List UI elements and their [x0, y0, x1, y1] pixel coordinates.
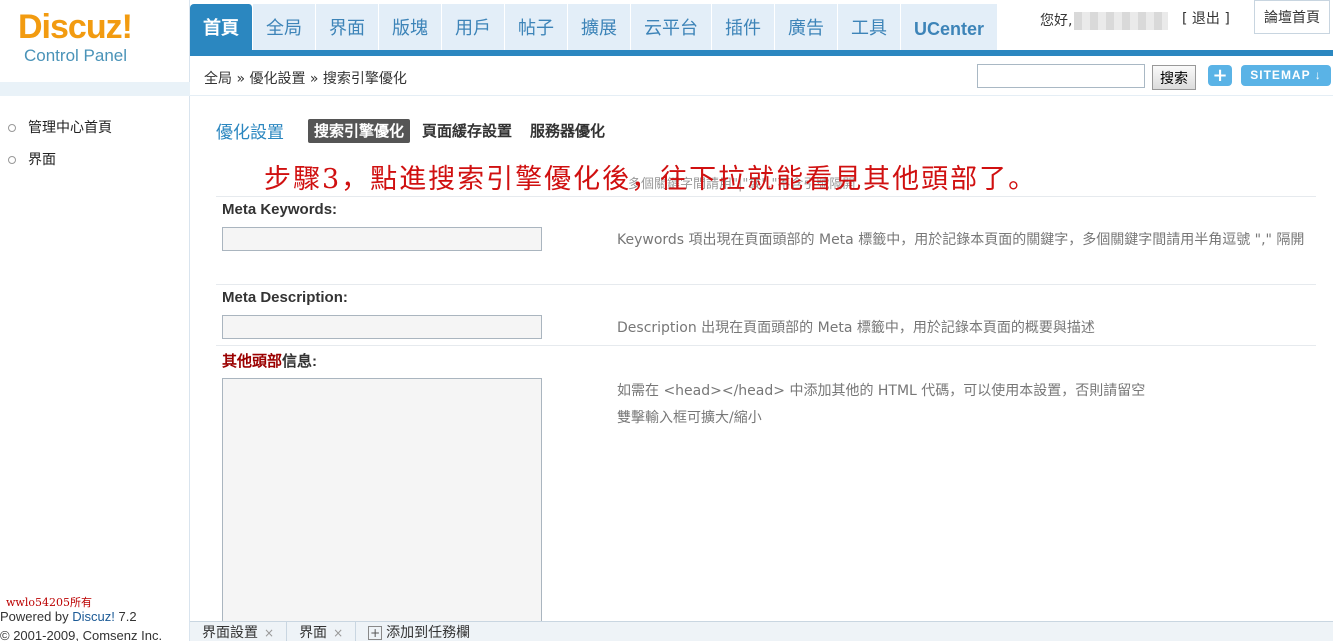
- bullet-icon: [8, 124, 16, 132]
- divider: [216, 284, 1316, 285]
- tab-ucenter[interactable]: UCenter: [901, 4, 999, 50]
- breadcrumb: 全局 » 優化設置 » 搜索引擎優化: [204, 71, 407, 87]
- close-icon[interactable]: ×: [333, 626, 343, 640]
- sidebar-header-strip: [0, 82, 190, 96]
- meta-keywords-label: Meta Keywords:: [222, 201, 338, 218]
- close-icon[interactable]: ×: [264, 626, 274, 640]
- logout-link[interactable]: [ 退出 ]: [1182, 8, 1230, 28]
- greeting-text: 您好,: [1040, 13, 1073, 29]
- sidebar-item-label: 管理中心首頁: [28, 120, 112, 136]
- sidebar-item-interface[interactable]: 界面: [0, 144, 190, 176]
- powered-version: 7.2: [114, 609, 137, 624]
- search-button[interactable]: 搜索: [1152, 65, 1196, 90]
- meta-keywords-input[interactable]: [222, 227, 542, 251]
- task-interface-settings[interactable]: 界面設置 ×: [190, 621, 288, 641]
- tab-global[interactable]: 全局: [253, 4, 316, 50]
- watermark-text: wwlo54205所有: [6, 596, 92, 609]
- tab-forums[interactable]: 版塊: [379, 4, 442, 50]
- search-input[interactable]: [977, 64, 1145, 88]
- sidebar: Discuz! Control Panel 管理中心首頁 界面 wwlo5420…: [0, 0, 190, 641]
- sidebar-item-admin-home[interactable]: 管理中心首頁: [0, 112, 190, 144]
- tab-posts[interactable]: 帖子: [505, 4, 568, 50]
- tab-plugins[interactable]: 插件: [712, 4, 775, 50]
- sidebar-item-label: 界面: [28, 152, 56, 168]
- subtab-seo[interactable]: 搜索引擎優化: [308, 118, 411, 143]
- powered-by: Powered by Discuz! 7.2: [0, 609, 137, 624]
- divider: [216, 196, 1316, 197]
- tab-extensions[interactable]: 擴展: [568, 4, 631, 50]
- bullet-icon: [8, 156, 16, 164]
- red-annotation: 步驟3，點進搜索引擎優化後，往下拉就能看見其他頭部了。: [264, 164, 1038, 195]
- redacted-username: [1074, 12, 1169, 30]
- other-head-hint-2: 雙擊輸入框可擴大/縮小: [617, 410, 762, 426]
- main-content: 優化設置 搜索引擎優化 頁面緩存設置 服務器優化 多個關鍵字間請用"|"或","…: [190, 97, 1333, 628]
- tab-interface[interactable]: 界面: [316, 4, 379, 50]
- task-interface[interactable]: 界面 ×: [287, 621, 357, 641]
- add-shortcut-button[interactable]: +: [1208, 65, 1232, 86]
- other-head-label-rest: 信息:: [282, 353, 318, 370]
- discuz-logo[interactable]: Discuz! Control Panel: [18, 8, 178, 78]
- logo-brand: Discuz!: [18, 8, 133, 46]
- subtab-server-optimize[interactable]: 服務器優化: [524, 119, 611, 143]
- user-greeting: 您好,: [1040, 10, 1169, 30]
- tab-tools[interactable]: 工具: [838, 4, 901, 50]
- top-navigation: 首頁 全局 界面 版塊 用戶 帖子 擴展 云平台 插件 廣告 工具 UCente…: [190, 0, 1333, 56]
- tab-users[interactable]: 用戶: [442, 4, 505, 50]
- copyright: © 2001-2009, Comsenz Inc.: [0, 628, 163, 641]
- taskbar: 界面設置 × 界面 × + 添加到任務欄: [190, 621, 1333, 641]
- tab-ads[interactable]: 廣告: [775, 4, 838, 50]
- logo-subtitle: Control Panel: [24, 46, 128, 65]
- divider: [216, 345, 1316, 346]
- sitemap-button[interactable]: SITEMAP ↓: [1241, 65, 1331, 86]
- subtab-page-cache[interactable]: 頁面緩存設置: [416, 119, 518, 143]
- plus-icon: +: [368, 625, 383, 640]
- other-head-textarea[interactable]: [222, 378, 542, 628]
- forum-home-button[interactable]: 論壇首頁: [1254, 0, 1330, 34]
- page-title: 優化設置: [216, 123, 284, 143]
- other-head-label: 其他頭部信息:: [222, 350, 317, 371]
- meta-description-input[interactable]: [222, 315, 542, 339]
- meta-description-hint: Description 出現在頁面頭部的 Meta 標籤中，用於記錄本頁面的概要…: [617, 320, 1095, 336]
- task-label: 界面: [299, 624, 328, 641]
- meta-keywords-hint: Keywords 項出現在頁面頭部的 Meta 標籤中，用於記錄本頁面的關鍵字，…: [617, 232, 1305, 248]
- meta-description-label: Meta Description:: [222, 289, 348, 306]
- other-head-hint-1: 如需在 <head></head> 中添加其他的 HTML 代碼，可以使用本設置…: [617, 383, 1146, 399]
- sub-tabs: 優化設置 搜索引擎優化 頁面緩存設置 服務器優化: [216, 118, 617, 143]
- powered-brand-link[interactable]: Discuz!: [72, 609, 115, 624]
- add-to-taskbar-label: 添加到任務欄: [386, 624, 471, 641]
- task-label: 界面設置: [202, 624, 258, 641]
- add-to-taskbar[interactable]: + 添加到任務欄: [356, 622, 482, 641]
- sidebar-menu: 管理中心首頁 界面: [0, 112, 190, 176]
- tab-home[interactable]: 首頁: [190, 4, 253, 50]
- other-head-label-emphasis: 其他頭部: [222, 353, 283, 370]
- tab-cloud[interactable]: 云平台: [631, 4, 712, 50]
- breadcrumb-bar: 全局 » 優化設置 » 搜索引擎優化 搜索 + SITEMAP ↓: [190, 56, 1333, 96]
- main-tabs: 首頁 全局 界面 版塊 用戶 帖子 擴展 云平台 插件 廣告 工具 UCente…: [190, 4, 999, 50]
- powered-prefix: Powered by: [0, 609, 73, 624]
